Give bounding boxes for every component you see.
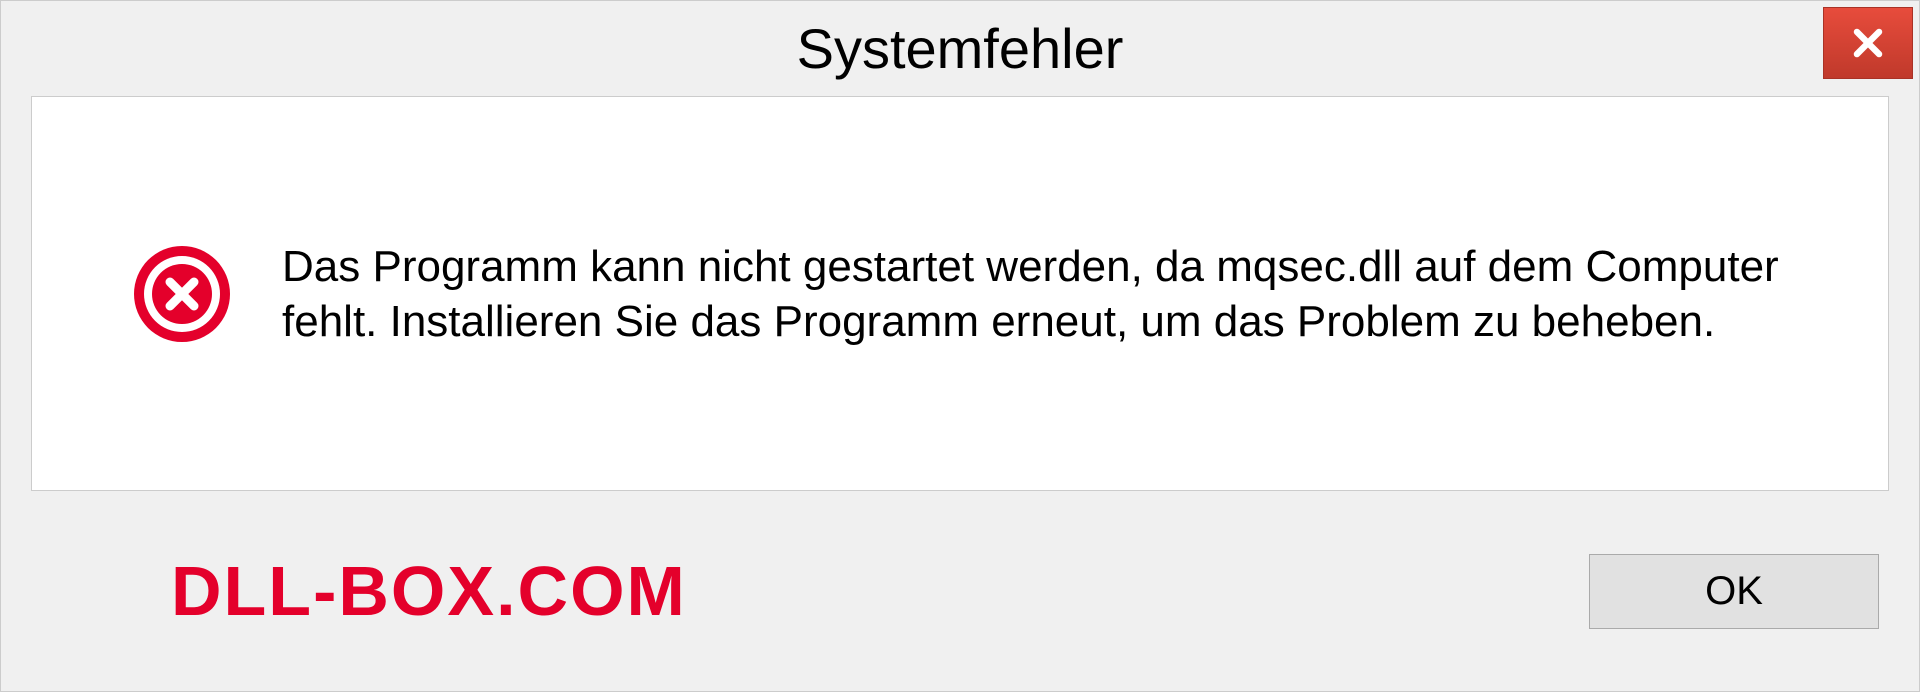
content-panel: Das Programm kann nicht gestartet werden… xyxy=(31,96,1889,491)
watermark-text: DLL-BOX.COM xyxy=(171,551,687,631)
error-message: Das Programm kann nicht gestartet werden… xyxy=(282,239,1828,349)
dialog-title: Systemfehler xyxy=(797,16,1124,81)
titlebar: Systemfehler xyxy=(1,1,1919,96)
error-icon xyxy=(132,244,232,344)
close-button[interactable] xyxy=(1823,7,1913,79)
close-icon xyxy=(1849,24,1887,62)
error-dialog: Systemfehler Das Programm kann nicht ges… xyxy=(0,0,1920,692)
dialog-footer: DLL-BOX.COM OK xyxy=(1,491,1919,691)
ok-button[interactable]: OK xyxy=(1589,554,1879,629)
